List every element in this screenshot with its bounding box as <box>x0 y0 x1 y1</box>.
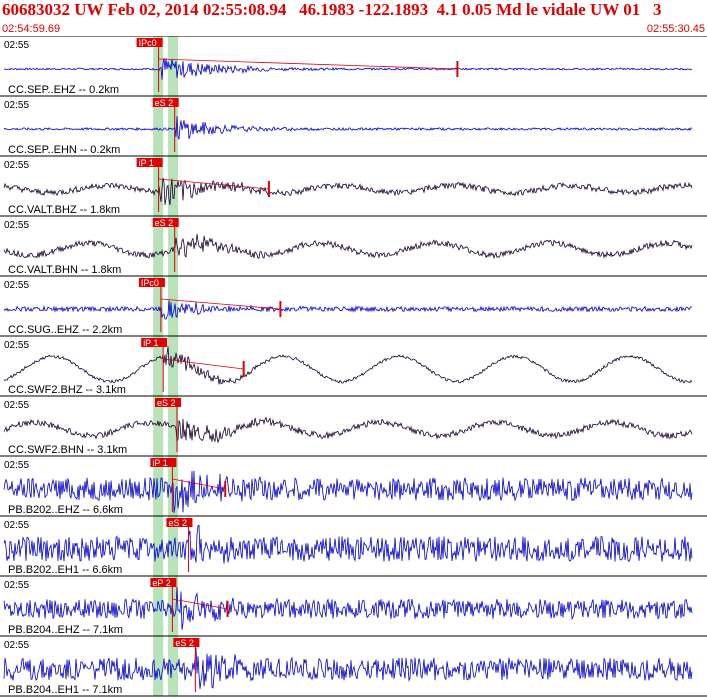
station-label: PB.B204..EHZ -- 7.1km <box>8 624 123 636</box>
pick-label: iP 1 <box>152 458 167 468</box>
waveform-trace <box>3 647 693 689</box>
time-tick-label: 02:55 <box>4 640 29 651</box>
pick-label: eP 2 <box>152 578 170 588</box>
time-tick-label: 02:55 <box>4 400 29 411</box>
pick-label: IPc0 <box>141 278 159 288</box>
time-tick-label: 02:55 <box>4 460 29 471</box>
pick-label: eS 2 <box>175 638 194 648</box>
coda-fit-line <box>158 58 458 70</box>
station-label: CC.SEP..EHZ -- 0.2km <box>8 84 119 96</box>
station-label: CC.SWF2.BHN -- 3.1km <box>8 444 127 456</box>
window-end-time: 02:55:30.45 <box>646 23 705 35</box>
p-pick-window <box>153 36 164 696</box>
waveform-trace <box>3 300 693 320</box>
waveform-trace <box>3 58 693 80</box>
waveform-trace <box>3 233 693 260</box>
station-label: PB.B202..EH1 -- 6.6km <box>8 564 122 576</box>
pick-label: IPc0 <box>139 38 157 48</box>
station-label: PB.B202..EHZ -- 6.6km <box>8 504 123 516</box>
waveform-trace <box>3 116 693 140</box>
time-tick-label: 02:55 <box>4 160 29 171</box>
pick-label: eS 2 <box>155 98 174 108</box>
window-start-time: 02:54:59.69 <box>2 23 61 35</box>
pick-label: eS 2 <box>157 398 176 408</box>
time-tick-label: 02:55 <box>4 280 29 291</box>
station-label: CC.VALT.BHZ -- 1.8km <box>8 204 120 216</box>
station-label: CC.SEP..EHN -- 0.2km <box>8 144 120 156</box>
waveform-trace <box>3 524 693 564</box>
pick-label: iP 1 <box>143 338 158 348</box>
time-tick-label: 02:55 <box>4 580 29 591</box>
station-label: CC.VALT.BHN -- 1.8km <box>8 264 121 276</box>
station-label: CC.SUG..EHZ -- 2.2km <box>8 324 122 336</box>
station-label: PB.B204..EH1 -- 7.1km <box>8 684 122 696</box>
time-tick-label: 02:55 <box>4 340 29 351</box>
time-tick-label: 02:55 <box>4 40 29 51</box>
time-tick-label: 02:55 <box>4 220 29 231</box>
pick-label: eS 2 <box>155 218 174 228</box>
waveform-trace <box>3 177 693 206</box>
station-label: CC.SWF2.BHZ -- 3.1km <box>8 384 126 396</box>
time-tick-label: 02:55 <box>4 100 29 111</box>
pick-label: iP 1 <box>139 158 154 168</box>
waveform-trace <box>3 416 693 444</box>
event-header: 60683032 UW Feb 02, 2014 02:55:08.94 46.… <box>2 0 662 19</box>
time-tick-label: 02:55 <box>4 520 29 531</box>
coda-fit-line <box>172 478 226 490</box>
coda-fit-line <box>160 298 281 310</box>
pick-label: eS 2 <box>168 518 187 528</box>
seismogram-viewer: 60683032 UW Feb 02, 2014 02:55:08.94 46.… <box>0 0 707 698</box>
waveform-trace <box>3 346 693 385</box>
seismogram-plot[interactable]: IPc0 02:55 CC.SEP..EHZ -- 0.2km eS 2 02:55 CC… <box>0 36 707 698</box>
